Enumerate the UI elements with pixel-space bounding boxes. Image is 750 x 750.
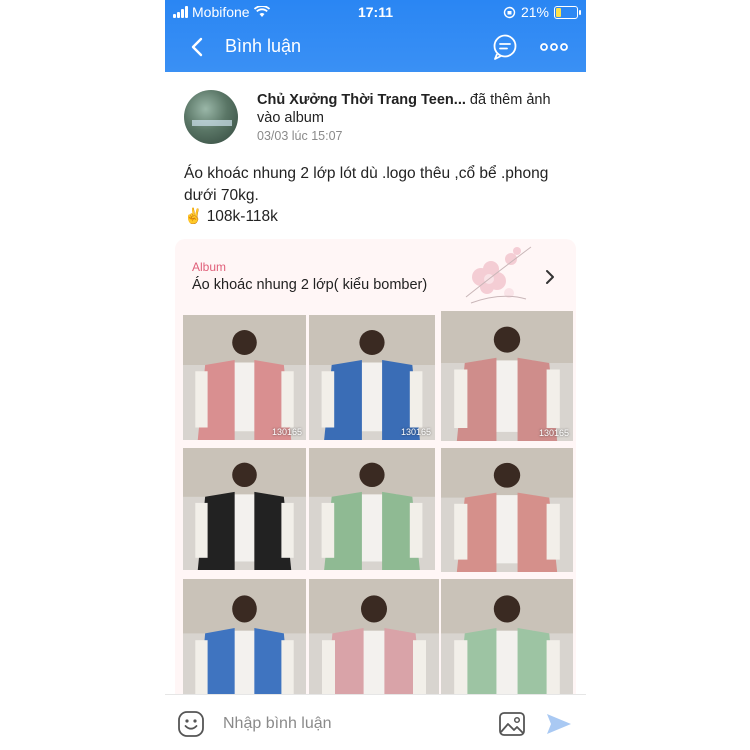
status-bar: Mobifone 17:11 21%	[165, 0, 586, 24]
post-date: 03/03 lúc 15:07	[257, 129, 343, 143]
album-photo[interactable]: 130165	[309, 315, 435, 440]
caption-text: Áo khoác nhung 2 lớp lót dù .logo thêu ,…	[184, 165, 549, 204]
author-name[interactable]: Chủ Xưởng Thời Trang Teen...	[257, 92, 466, 108]
album-photo[interactable]	[309, 579, 439, 709]
post-author: Chủ Xưởng Thời Trang Teen... đã thêm ảnh…	[257, 91, 557, 127]
header: Bình luận	[165, 28, 586, 68]
flower-decoration	[465, 246, 532, 304]
photo-code: 130165	[538, 428, 569, 438]
photo-code: 130165	[271, 427, 302, 437]
page-title: Bình luận	[225, 36, 302, 56]
album-label: Album	[192, 260, 227, 274]
album-card[interactable]: Album Áo khoác nhung 2 lớp( kiểu bomber)…	[175, 239, 576, 709]
album-photo[interactable]	[309, 448, 435, 570]
comment-bar	[165, 694, 586, 750]
comment-input[interactable]	[223, 711, 473, 737]
send-icon[interactable]	[545, 712, 573, 736]
phone-screen: Mobifone 17:11 21% Bình luận Chủ Xưởng T…	[165, 0, 586, 750]
album-photo[interactable]	[441, 448, 573, 572]
chevron-right-icon[interactable]	[541, 267, 559, 287]
album-photo[interactable]	[441, 579, 573, 709]
emoji-icon[interactable]	[177, 710, 205, 738]
avatar[interactable]	[184, 90, 238, 144]
price-line: ✌️ 108k-118k	[184, 206, 579, 228]
chat-bubble-icon[interactable]	[491, 33, 519, 61]
top-bar: Mobifone 17:11 21% Bình luận	[165, 0, 586, 72]
album-photo[interactable]: 130165	[183, 315, 306, 440]
rotation-lock-icon	[503, 6, 516, 18]
status-right: 21%	[503, 4, 581, 20]
photo-grid: 130165 130165 130165	[178, 311, 576, 709]
more-dots-icon[interactable]	[539, 33, 569, 61]
price-text: 108k-118k	[206, 208, 278, 225]
battery-percent: 21%	[520, 4, 549, 20]
post-caption: Áo khoác nhung 2 lớp lót dù .logo thêu ,…	[184, 163, 579, 228]
photo-code: 130165	[400, 427, 431, 437]
album-photo[interactable]	[183, 579, 306, 709]
battery-icon	[554, 5, 581, 19]
victory-hand-icon: ✌️	[184, 208, 203, 225]
back-button[interactable]	[185, 34, 211, 60]
image-picker-icon[interactable]	[498, 711, 526, 737]
album-photo[interactable]: 130165	[441, 311, 573, 441]
album-photo[interactable]	[183, 448, 306, 570]
album-title[interactable]: Áo khoác nhung 2 lớp( kiểu bomber)	[192, 277, 427, 293]
